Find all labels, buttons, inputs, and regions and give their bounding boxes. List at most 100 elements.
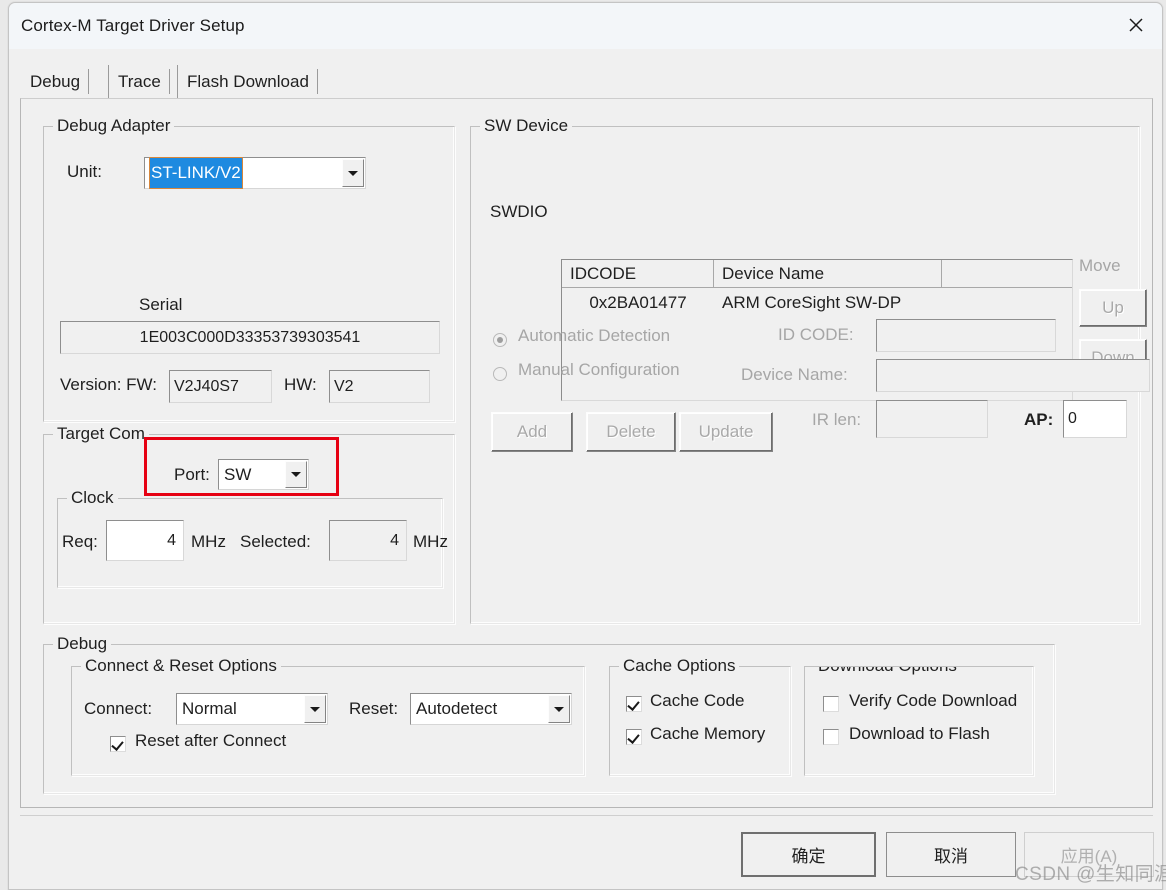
req-label: Req:	[62, 532, 98, 551]
delete-label: Delete	[606, 422, 656, 441]
hw-version-field[interactable]: V2	[329, 370, 430, 403]
port-label: Port:	[174, 465, 210, 484]
debug-adapter-group-label: Debug Adapter	[53, 116, 175, 136]
swdio-label: SWDIO	[490, 202, 548, 221]
port-dropdown-button[interactable]	[285, 461, 307, 488]
download-options-label: Download Options	[814, 667, 961, 676]
cache-options-label: Cache Options	[619, 656, 740, 676]
reset-value: Autodetect	[416, 699, 498, 718]
column-header-device-name[interactable]: Device Name	[714, 260, 942, 288]
add-button[interactable]: Add	[491, 412, 573, 452]
download-to-flash-label: Download to Flash	[849, 724, 990, 743]
tab-flash-download-label: Flash Download	[187, 71, 309, 91]
column-header-idcode[interactable]: IDCODE	[562, 260, 714, 288]
target-com-group-label: Target Com	[53, 424, 149, 444]
window-title: Cortex-M Target Driver Setup	[21, 16, 245, 35]
manual-configuration-label: Manual Configuration	[518, 360, 680, 379]
tab-debug[interactable]: Debug	[20, 65, 90, 98]
tab-flash-download[interactable]: Flash Download	[177, 65, 318, 98]
connect-reset-options-label: Connect & Reset Options	[81, 656, 281, 676]
table-header-row: IDCODE Device Name	[562, 260, 1072, 288]
chevron-down-icon	[291, 472, 301, 477]
dialog-window: Cortex-M Target Driver Setup Debug Trace…	[8, 2, 1166, 890]
debug-adapter-group: Debug Adapter Unit: ST-LINK/V2 Serial 1E…	[43, 116, 455, 422]
id-code-label: ID CODE:	[778, 325, 854, 344]
chevron-down-icon	[310, 706, 320, 712]
ok-button[interactable]: 确定	[741, 832, 876, 877]
unit-value: ST-LINK/V2	[149, 157, 243, 189]
port-value: SW	[224, 464, 252, 484]
automatic-detection-label: Automatic Detection	[518, 326, 671, 345]
serial-label: Serial	[139, 295, 183, 314]
tab-strip: Debug Trace Flash Download	[20, 65, 1153, 99]
chevron-down-icon	[348, 170, 358, 176]
column-header-blank[interactable]	[942, 260, 1072, 288]
fw-version-value: V2J40S7	[174, 377, 239, 395]
fw-version-field[interactable]: V2J40S7	[169, 370, 272, 403]
table-row[interactable]: 0x2BA01477 ARM CoreSight SW-DP	[562, 289, 1072, 317]
reset-dropdown-button[interactable]	[548, 695, 570, 723]
cancel-button[interactable]: 取消	[886, 832, 1016, 877]
verify-code-download-label: Verify Code Download	[849, 691, 1018, 710]
tab-trace-label: Trace	[118, 71, 161, 91]
req-clock-input[interactable]: 4	[106, 520, 184, 561]
tab-divider	[316, 69, 318, 94]
reset-combobox[interactable]: Autodetect	[410, 693, 572, 725]
req-clock-value: 4	[167, 531, 176, 549]
device-name-label: Device Name:	[741, 365, 848, 384]
id-code-field[interactable]	[876, 319, 1056, 352]
ap-label: AP:	[1024, 410, 1054, 429]
close-icon[interactable]	[1110, 3, 1162, 47]
unit-dropdown-button[interactable]	[342, 159, 364, 187]
add-label: Add	[516, 422, 548, 441]
serial-value-field[interactable]: 1E003C000D33353739303541	[60, 321, 440, 354]
connect-label: Connect:	[84, 699, 153, 718]
download-to-flash-checkbox[interactable]	[823, 729, 839, 745]
download-options-group: Download Options Verify Code Download Do…	[804, 666, 1034, 776]
manual-configuration-radio[interactable]	[493, 367, 507, 381]
tab-divider	[168, 69, 170, 94]
watermark: CSDN @生知同涯	[1015, 864, 1166, 885]
tab-debug-label: Debug	[30, 71, 81, 91]
automatic-detection-radio[interactable]	[493, 333, 507, 347]
ap-value: 0	[1068, 410, 1077, 427]
ir-len-field[interactable]	[876, 400, 988, 438]
cache-code-checkbox[interactable]	[626, 696, 642, 712]
cache-memory-checkbox[interactable]	[626, 729, 642, 745]
move-up-button[interactable]: Up	[1079, 289, 1147, 327]
ir-len-label: IR len:	[812, 410, 862, 429]
hw-version-value: V2	[334, 377, 354, 395]
cell-idcode: 0x2BA01477	[589, 293, 687, 312]
verify-code-download-checkbox[interactable]	[823, 696, 839, 712]
reset-label: Reset:	[349, 699, 399, 718]
unit-label: Unit:	[67, 162, 102, 181]
hw-label: HW:	[284, 375, 317, 394]
tab-trace[interactable]: Trace	[108, 65, 170, 98]
ap-input[interactable]: 0	[1063, 400, 1127, 438]
connect-dropdown-button[interactable]	[304, 695, 326, 723]
clock-group-label: Clock	[67, 488, 118, 508]
clock-group: Clock Req: 4 MHz Selected: 4 MHz	[57, 488, 448, 588]
selected-clock-value: 4	[390, 531, 399, 549]
move-label: Move	[1079, 256, 1121, 275]
cache-options-group: Cache Options Cache Code Cache Memory	[609, 656, 791, 776]
chevron-down-icon	[554, 706, 564, 712]
debug-group: Debug Connect & Reset Options Connect: N…	[43, 634, 1055, 794]
port-combobox[interactable]: SW	[218, 459, 309, 490]
tab-divider	[88, 69, 90, 94]
serial-value: 1E003C000D33353739303541	[139, 328, 361, 346]
debug-group-label: Debug	[53, 634, 112, 654]
unit-combobox[interactable]: ST-LINK/V2	[144, 157, 366, 189]
cache-memory-label: Cache Memory	[650, 724, 766, 743]
cell-device-name: ARM CoreSight SW-DP	[722, 293, 902, 312]
connect-combobox[interactable]: Normal	[176, 693, 328, 725]
reset-after-connect-checkbox[interactable]	[110, 736, 126, 752]
update-button[interactable]: Update	[679, 412, 773, 452]
delete-button[interactable]: Delete	[586, 412, 676, 452]
device-name-field[interactable]	[876, 359, 1150, 392]
connect-reset-options-group: Connect & Reset Options Connect: Normal …	[71, 656, 585, 776]
update-label: Update	[698, 422, 754, 441]
footer-separator	[20, 815, 1153, 816]
cache-code-label: Cache Code	[650, 691, 745, 710]
sw-device-group-label: SW Device	[480, 116, 573, 136]
